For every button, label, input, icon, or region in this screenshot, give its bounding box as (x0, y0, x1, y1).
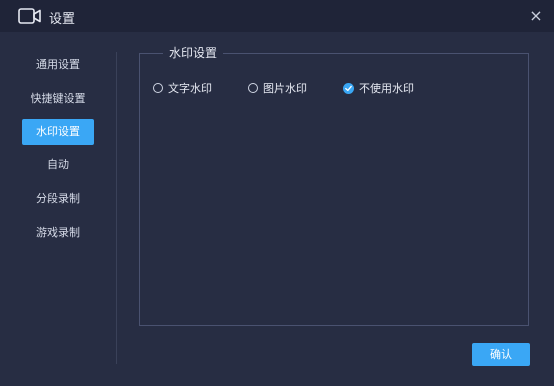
radio-text-watermark[interactable]: 文字水印 (153, 80, 212, 96)
radio-label: 图片水印 (263, 82, 307, 95)
confirm-button[interactable]: 确认 (472, 343, 530, 366)
sidebar-item-watermark[interactable]: 水印设置 (22, 119, 94, 145)
radio-circle[interactable] (153, 83, 163, 93)
radio-checked-circle[interactable] (343, 82, 354, 94)
radio-no-watermark[interactable]: 不使用水印 (343, 80, 414, 96)
sidebar-item-segment-recording[interactable]: 分段录制 (22, 186, 94, 212)
radio-image-watermark[interactable]: 图片水印 (248, 80, 307, 96)
close-icon[interactable]: × (526, 6, 546, 26)
sidebar-item-game-recording[interactable]: 游戏录制 (22, 220, 94, 246)
sidebar-divider (116, 52, 117, 364)
watermark-group-title: 水印设置 (163, 45, 224, 61)
radio-label: 不使用水印 (359, 82, 414, 95)
radio-label: 文字水印 (168, 82, 212, 95)
sidebar-item-auto[interactable]: 自动 (22, 152, 94, 178)
check-icon (345, 85, 352, 91)
title-bar: 设置 × (0, 0, 554, 32)
settings-dialog: 设置 × 通用设置 快捷键设置 水印设置 自动 分段录制 游戏录制 水印设置 文… (0, 0, 554, 386)
settings-sidebar: 通用设置 快捷键设置 水印设置 自动 分段录制 游戏录制 (0, 32, 116, 386)
sidebar-item-hotkeys[interactable]: 快捷键设置 (22, 86, 94, 112)
video-camera-icon (18, 7, 42, 25)
dialog-title: 设置 (49, 12, 76, 27)
radio-circle[interactable] (248, 83, 258, 93)
sidebar-item-general[interactable]: 通用设置 (22, 52, 94, 78)
